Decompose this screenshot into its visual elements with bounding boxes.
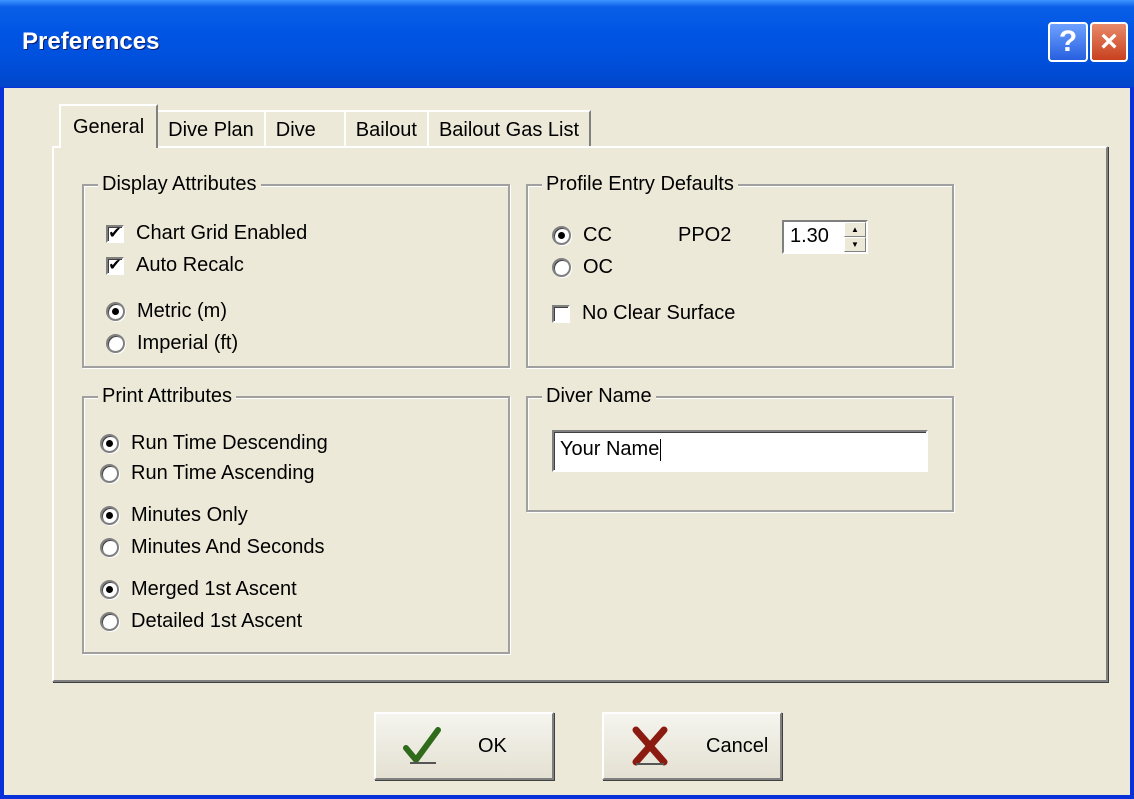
radio-dot[interactable] — [100, 434, 119, 453]
radio-label: Minutes And Seconds — [131, 536, 325, 558]
tab-label: Dive — [275, 118, 316, 141]
checkbox-box[interactable]: ✔ — [106, 224, 124, 243]
radio-label: Imperial (ft) — [137, 332, 239, 354]
spin-down-icon[interactable]: ▼ — [844, 237, 866, 252]
tab-label: General — [73, 115, 145, 138]
radio-label: CC — [583, 224, 612, 246]
ok-button[interactable]: OK — [374, 712, 554, 780]
imperial-radio[interactable]: Imperial (ft) — [106, 332, 238, 355]
checkbox-box[interactable] — [552, 304, 570, 323]
metric-radio[interactable]: Metric (m) — [106, 300, 227, 323]
radio-label: OC — [583, 256, 613, 278]
general-tab-panel: Display Attributes ✔ Chart Grid Enabled … — [52, 146, 1108, 682]
radio-label: Minutes Only — [131, 504, 248, 526]
radio-label: Run Time Descending — [131, 432, 328, 454]
radio-dot[interactable] — [100, 580, 119, 599]
run-time-ascending-radio[interactable]: Run Time Ascending — [100, 462, 314, 485]
radio-label: Detailed 1st Ascent — [131, 610, 303, 632]
tab-label: Bailout Gas List — [438, 118, 580, 141]
diver-name-value: Your Name — [560, 438, 660, 460]
checkmark-icon — [403, 727, 441, 764]
chart-grid-checkbox[interactable]: ✔ Chart Grid Enabled — [106, 222, 307, 245]
auto-recalc-checkbox[interactable]: ✔ Auto Recalc — [106, 254, 244, 277]
close-icon: × — [1100, 25, 1118, 58]
close-button[interactable]: × — [1090, 22, 1128, 62]
run-time-descending-radio[interactable]: Run Time Descending — [100, 432, 328, 455]
tab-bailout[interactable]: Bailout — [343, 110, 429, 148]
spin-up-icon[interactable]: ▲ — [844, 222, 866, 237]
tab-bailout-gas-list[interactable]: Bailout Gas List — [426, 110, 592, 148]
minutes-only-radio[interactable]: Minutes Only — [100, 504, 248, 527]
detailed-1st-ascent-radio[interactable]: Detailed 1st Ascent — [100, 610, 302, 633]
radio-dot[interactable] — [100, 464, 119, 483]
tab-label: Bailout — [355, 118, 417, 141]
x-icon — [632, 726, 668, 766]
radio-label: Merged 1st Ascent — [131, 578, 297, 600]
radio-dot[interactable] — [552, 258, 571, 277]
tab-strip: General Dive Plan Dive Bailout Bailout G… — [59, 104, 592, 148]
ppo2-label: PPO2 — [678, 224, 731, 247]
radio-dot[interactable] — [100, 612, 119, 631]
spinner-arrows: ▲ ▼ — [844, 222, 866, 252]
tab-label: Dive Plan — [168, 118, 254, 141]
preferences-dialog: Preferences ? × General Dive Plan Dive B… — [0, 0, 1134, 799]
tab-dive[interactable]: Dive — [263, 110, 346, 148]
radio-dot[interactable] — [552, 226, 571, 245]
radio-label: Metric (m) — [137, 300, 227, 322]
text-caret — [660, 438, 662, 461]
no-clear-surface-checkbox[interactable]: No Clear Surface — [552, 302, 735, 325]
help-button[interactable]: ? — [1048, 22, 1088, 62]
ppo2-spinner[interactable]: 1.30 ▲ ▼ — [782, 220, 868, 254]
checkbox-label: Auto Recalc — [136, 254, 244, 276]
radio-dot[interactable] — [100, 506, 119, 525]
checkbox-box[interactable]: ✔ — [106, 256, 124, 275]
ppo2-text: PPO2 — [678, 224, 732, 246]
radio-dot[interactable] — [100, 538, 119, 557]
diver-name-input[interactable]: Your Name — [552, 430, 928, 472]
tab-general[interactable]: General — [59, 104, 159, 148]
print-attributes-group: Print Attributes Run Time Descending Run… — [82, 384, 510, 654]
diver-name-group: Diver Name Your Name — [526, 384, 954, 512]
group-title: Diver Name — [542, 384, 656, 408]
group-title: Print Attributes — [98, 384, 237, 408]
cancel-button[interactable]: Cancel — [602, 712, 782, 780]
checkbox-label: Chart Grid Enabled — [136, 222, 308, 244]
cc-radio[interactable]: CC — [552, 224, 612, 247]
radio-dot[interactable] — [106, 334, 125, 353]
profile-entry-defaults-group: Profile Entry Defaults CC PPO2 1.30 ▲ ▼ … — [526, 172, 954, 368]
checkbox-label: No Clear Surface — [582, 302, 736, 324]
cancel-label: Cancel — [706, 734, 769, 757]
help-icon: ? — [1058, 25, 1078, 58]
minutes-and-seconds-radio[interactable]: Minutes And Seconds — [100, 536, 324, 559]
oc-radio[interactable]: OC — [552, 256, 613, 279]
tab-dive-plan[interactable]: Dive Plan — [156, 110, 266, 148]
group-title: Display Attributes — [98, 172, 261, 196]
radio-label: Run Time Ascending — [131, 462, 315, 484]
ppo2-value[interactable]: 1.30 — [784, 222, 844, 252]
ok-label: OK — [478, 734, 507, 757]
radio-dot[interactable] — [106, 302, 125, 321]
merged-1st-ascent-radio[interactable]: Merged 1st Ascent — [100, 578, 297, 601]
display-attributes-group: Display Attributes ✔ Chart Grid Enabled … — [82, 172, 510, 368]
group-title: Profile Entry Defaults — [542, 172, 738, 196]
title-bar[interactable]: Preferences ? × — [0, 0, 1134, 88]
window-title: Preferences — [22, 28, 160, 55]
